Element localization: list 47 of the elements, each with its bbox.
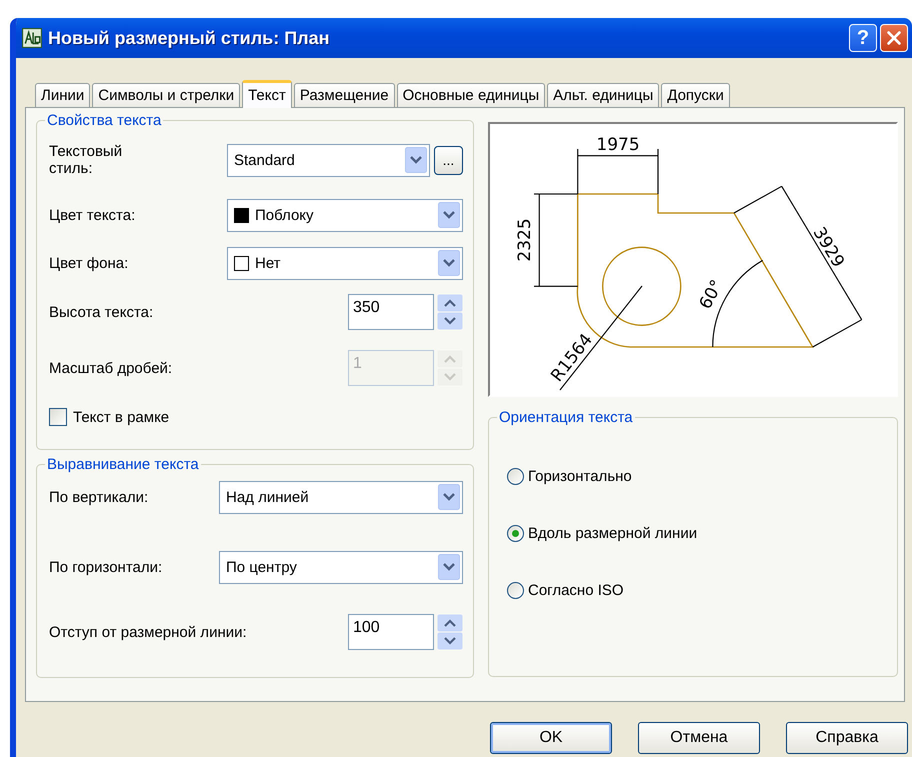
tab[interactable]: Основные единицы: [396, 83, 546, 107]
dialog-button[interactable]: Справка: [786, 722, 908, 754]
field-label: По горизонтали:: [49, 558, 164, 576]
group-title: Ориентация текста: [498, 409, 634, 426]
close-button[interactable]: [880, 24, 908, 52]
spin-buttons-icon[interactable]: [437, 614, 463, 650]
number-input[interactable]: 350: [348, 294, 434, 330]
help-button[interactable]: ?: [849, 24, 877, 52]
checkbox-label: Текст в рамке: [73, 408, 170, 426]
field-label: Масштаб дробей:: [49, 360, 174, 376]
group-title: Выравнивание текста: [46, 456, 200, 473]
number-input[interactable]: 100: [348, 614, 434, 650]
tab[interactable]: Текст: [242, 80, 292, 108]
radio-button[interactable]: [507, 582, 524, 599]
dimension-label: 1975: [596, 135, 640, 155]
radio-button[interactable]: [507, 525, 524, 542]
radio-button[interactable]: [507, 468, 524, 485]
spin-buttons-icon[interactable]: [437, 294, 463, 330]
window-title: Новый размерный стиль: План: [48, 28, 330, 48]
field-label: Высота текста:: [49, 304, 154, 320]
tab[interactable]: Символы и стрелки: [92, 83, 240, 107]
tab[interactable]: Линии: [35, 83, 90, 107]
app-icon: [22, 28, 42, 48]
tab[interactable]: Размещение: [294, 83, 395, 107]
checkbox[interactable]: [49, 408, 67, 426]
field-label: Цвет фона:: [49, 254, 130, 272]
dropdown[interactable]: Нет: [227, 246, 463, 280]
tab[interactable]: Альт. единицы: [547, 83, 660, 107]
dialog-button[interactable]: OK: [490, 722, 612, 754]
radio-label: Согласно ISO: [528, 582, 624, 599]
radio-label: Горизонтально: [528, 468, 632, 485]
tab[interactable]: Допуски: [661, 83, 730, 107]
dropdown[interactable]: Standard: [227, 144, 430, 176]
browse-button[interactable]: ...: [434, 146, 463, 174]
dropdown[interactable]: Поблоку: [227, 198, 463, 232]
dropdown[interactable]: Над линией: [219, 480, 463, 514]
close-icon: [885, 29, 903, 47]
field-label: Отступ от размерной линии:: [49, 624, 248, 640]
group-title: Свойства текста: [46, 112, 162, 129]
dimension-label: 60°: [696, 276, 728, 313]
field-label: Цвет текста:: [49, 206, 136, 224]
radio-label: Вдоль размерной линии: [528, 525, 698, 542]
field-label: Текстовый стиль:: [49, 142, 124, 178]
dialog-button[interactable]: Отмена: [638, 722, 760, 754]
field-label: По вертикали:: [49, 488, 150, 506]
dropdown[interactable]: По центру: [219, 550, 463, 584]
dimension-label: 2325: [515, 218, 535, 262]
